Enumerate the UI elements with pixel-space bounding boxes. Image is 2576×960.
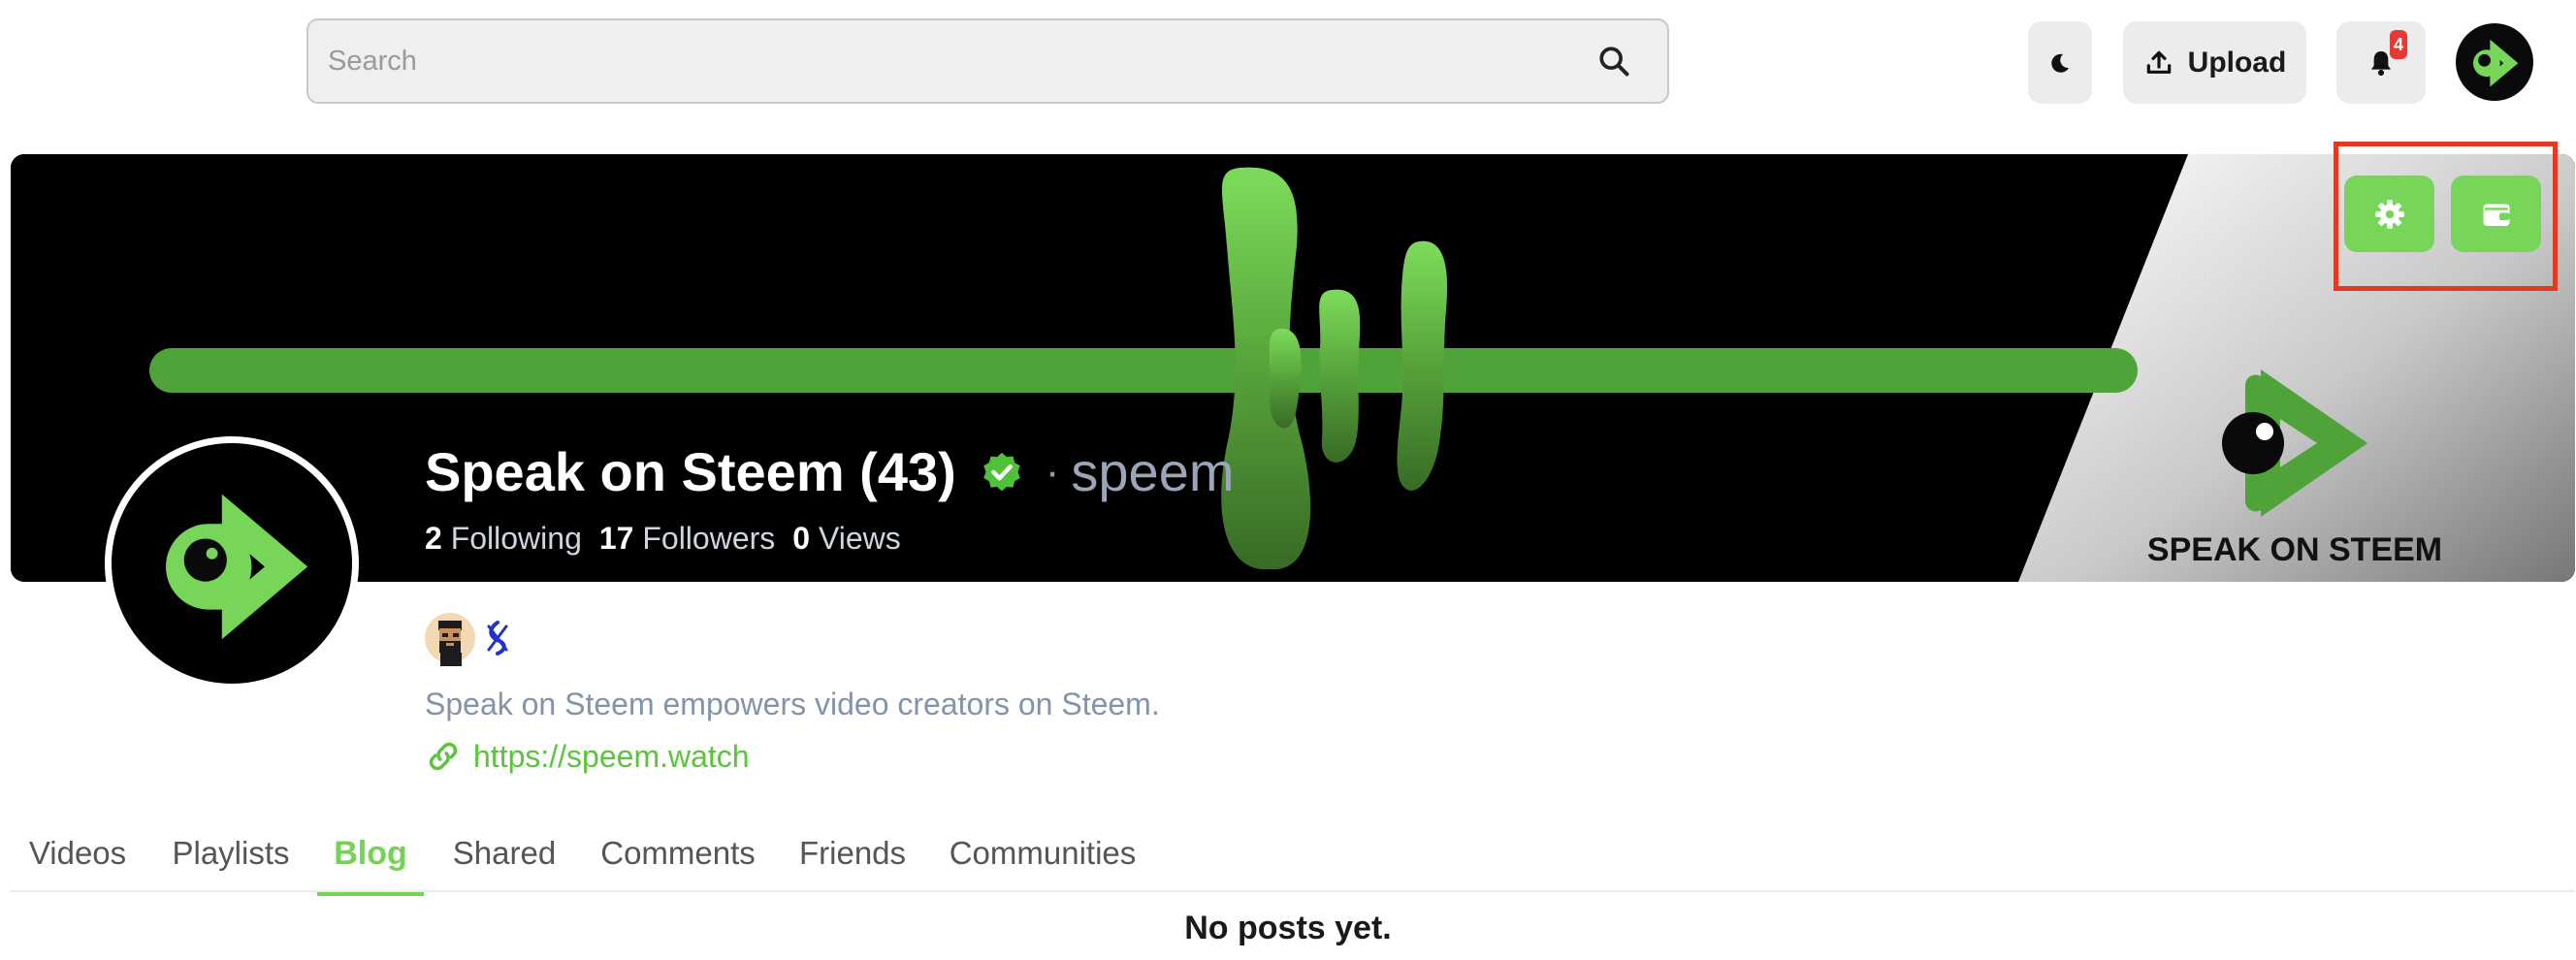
notifications-button[interactable]: 4 <box>2336 21 2426 104</box>
website-url: https://speem.watch <box>473 738 750 774</box>
verified-badge-icon <box>982 452 1020 491</box>
profile-title: Speak on Steem (43) · speem <box>425 440 1235 503</box>
search-icon[interactable] <box>1597 45 1630 78</box>
banner-brand-text: SPEAK ON STEEM <box>2147 531 2442 568</box>
empty-state-message: No posts yet. <box>1184 910 1392 946</box>
user-avatar[interactable] <box>2456 23 2533 101</box>
linked-accounts <box>425 609 512 667</box>
channel-stats: 2 Following 17 Followers 0 Views <box>425 521 907 557</box>
channel-banner: SPEAK ON STEEM <box>11 154 2575 582</box>
tab-blog[interactable]: Blog <box>317 815 424 896</box>
name-separator: · <box>1045 447 1060 496</box>
views-count: 0 <box>792 521 811 556</box>
following-label: Following <box>450 521 582 556</box>
followers-stat[interactable]: 17 Followers <box>599 521 775 557</box>
followers-count: 17 <box>598 521 634 556</box>
tab-comments[interactable]: Comments <box>600 815 756 892</box>
channel-bio: Speak on Steem empowers video creators o… <box>425 687 1160 721</box>
steem-link-icon[interactable] <box>483 619 512 657</box>
following-stat[interactable]: 2 Following <box>425 521 582 557</box>
views-stat: 0 Views <box>792 521 900 557</box>
upload-label: Upload <box>2187 46 2287 79</box>
tab-videos[interactable]: Videos <box>29 815 126 892</box>
following-count: 2 <box>425 521 442 556</box>
speak-logo-icon <box>2472 39 2519 87</box>
tab-communities[interactable]: Communities <box>950 815 1137 892</box>
speak-logo-icon <box>166 494 308 640</box>
profile-avatar[interactable] <box>105 436 359 690</box>
views-label: Views <box>818 521 901 556</box>
upload-icon <box>2146 50 2171 74</box>
tab-shared[interactable]: Shared <box>453 815 556 892</box>
tab-friends[interactable]: Friends <box>799 815 906 892</box>
banner-artwork: SPEAK ON STEEM <box>11 154 2575 582</box>
channel-username: speem <box>1071 441 1235 502</box>
notification-badge: 4 <box>2390 30 2407 59</box>
tab-playlists[interactable]: Playlists <box>172 815 289 892</box>
search-input[interactable] <box>308 20 1597 102</box>
tabs-divider <box>11 890 2575 892</box>
website-link[interactable]: https://speem.watch <box>425 738 750 775</box>
highlight-box <box>2334 142 2558 291</box>
search-bar[interactable] <box>306 18 1669 104</box>
upload-button[interactable]: Upload <box>2123 21 2306 104</box>
link-icon <box>429 742 458 771</box>
avatar-badge-icon[interactable] <box>425 609 479 667</box>
channel-name: Speak on Steem (43) <box>425 441 956 502</box>
theme-toggle-button[interactable] <box>2028 21 2092 104</box>
moon-icon <box>2051 53 2069 73</box>
followers-label: Followers <box>642 521 776 556</box>
